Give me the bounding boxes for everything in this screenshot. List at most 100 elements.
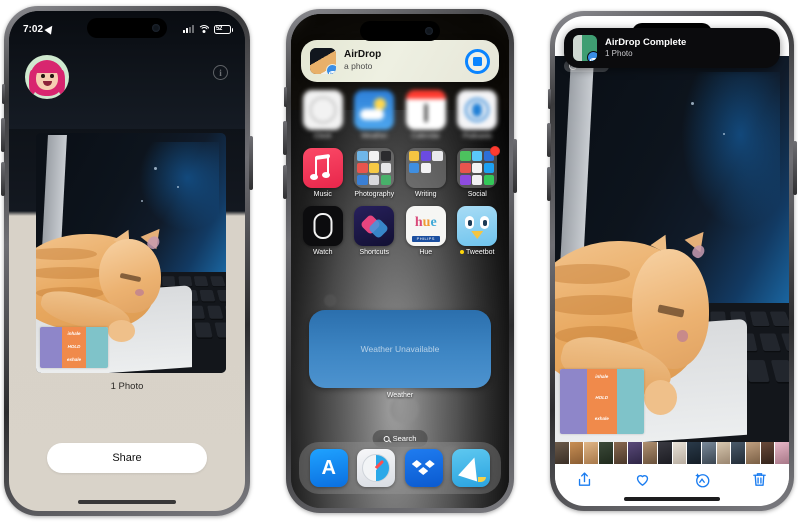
banner-subtitle: a photo: [344, 61, 373, 72]
spark-mail-icon[interactable]: [452, 449, 491, 487]
app-label: Music: [313, 191, 332, 198]
three-phone-comparison: 7:02 52 i inhale HOLD exhale 1 Photo Sha…: [0, 0, 798, 522]
wifi-icon: [198, 24, 210, 34]
volume-down-button[interactable]: [1, 162, 5, 196]
silent-switch[interactable]: [548, 89, 551, 109]
home-indicator[interactable]: [624, 497, 720, 501]
status-right: 52: [183, 24, 233, 34]
airdrop-icon: [326, 64, 336, 74]
power-button[interactable]: [513, 139, 517, 193]
app-watch[interactable]: Watch: [301, 206, 345, 256]
app-hue[interactable]: hue PHILIPS Hue: [404, 206, 448, 256]
app-music[interactable]: Music: [301, 148, 345, 198]
breathing-sticker: inhale HOLD exhale: [39, 327, 109, 369]
app-store-icon[interactable]: A: [309, 449, 348, 487]
battery-percent: 52: [216, 26, 223, 32]
banner-subtitle: 1 Photo: [605, 48, 633, 58]
magic-wand-icon[interactable]: [693, 471, 710, 488]
tweetbot-icon: [457, 206, 498, 246]
hue-icon: hue PHILIPS: [405, 206, 446, 246]
airdrop-complete-banner[interactable]: AirDrop Complete 1 Photo: [564, 28, 780, 68]
folder-photography[interactable]: Photography: [353, 148, 397, 198]
app-label: Watch: [312, 249, 333, 256]
music-icon: [302, 148, 343, 188]
podcasts-icon: [457, 90, 498, 130]
app-shortcuts[interactable]: Shortcuts: [353, 206, 397, 256]
watch-icon: [302, 206, 343, 246]
share-up-arrow-icon[interactable]: [576, 471, 593, 488]
trash-icon[interactable]: [751, 471, 768, 488]
sticker-line-2: HOLD: [595, 394, 609, 400]
phone-1-frame: 7:02 52 i inhale HOLD exhale 1 Photo Sha…: [1, 6, 253, 516]
app-label: Social: [467, 191, 487, 198]
app-label: Calendar: [411, 133, 440, 140]
photo-thumbnail: [310, 48, 336, 74]
progress-ring-stop-icon[interactable]: [465, 48, 490, 74]
photo-thumbnail: [573, 35, 597, 61]
dropbox-icon[interactable]: [404, 449, 443, 487]
home-screen-grid: Clock Weather Calendar Podcasts Music Ph…: [301, 90, 500, 256]
app-tweetbot[interactable]: Tweetbot: [456, 206, 500, 256]
app-label: Tweetbot: [460, 249, 494, 256]
sticker-line-1: inhale: [595, 373, 609, 379]
shared-photo-preview[interactable]: inhale HOLD exhale: [36, 133, 226, 373]
home-indicator[interactable]: [78, 500, 176, 504]
photo-count-label: 1 Photo: [110, 381, 144, 392]
app-calendar[interactable]: Calendar: [404, 90, 448, 140]
front-camera-icon: [425, 27, 433, 35]
app-label: Podcasts: [462, 133, 492, 140]
volume-up-button[interactable]: [547, 123, 551, 157]
app-label: Photography: [354, 191, 395, 198]
weather-widget-text: Weather Unavailable: [360, 344, 440, 354]
volume-down-button[interactable]: [547, 167, 551, 201]
app-podcasts[interactable]: Podcasts: [456, 90, 500, 140]
phone-3-frame: inhale HOLD exhale LIVE AirDrop C: [547, 11, 797, 511]
folder-icon: [405, 148, 446, 188]
weather-widget[interactable]: Weather Unavailable: [309, 310, 491, 388]
sticker-line-3: exhale: [66, 356, 81, 362]
cat-photo: inhale HOLD exhale: [555, 56, 789, 442]
safari-icon[interactable]: [357, 449, 396, 487]
calendar-icon: [405, 90, 446, 130]
phone-3-screen: inhale HOLD exhale LIVE AirDrop C: [555, 16, 789, 506]
phone-2-frame: AirDrop a photo Clock Weather Calendar P…: [283, 9, 517, 513]
volume-up-button[interactable]: [1, 118, 5, 152]
volume-up-button[interactable]: [283, 121, 287, 155]
share-button[interactable]: Share: [47, 443, 207, 473]
app-clock[interactable]: Clock: [301, 90, 345, 140]
cat-photo: inhale HOLD exhale: [36, 133, 226, 373]
dynamic-island: [87, 18, 167, 38]
sticker-line-1: inhale: [67, 330, 81, 336]
airdrop-banner[interactable]: AirDrop a photo: [301, 40, 499, 82]
app-label: Hue: [419, 249, 433, 256]
dock: A: [299, 442, 501, 494]
status-dot-icon: [460, 250, 465, 255]
cellular-bars-icon: [183, 25, 194, 33]
folder-writing[interactable]: Writing: [404, 148, 448, 198]
photo-filmstrip[interactable]: [555, 442, 789, 464]
silent-switch[interactable]: [284, 87, 287, 107]
app-label: Weather: [361, 133, 388, 140]
photo-viewer[interactable]: inhale HOLD exhale: [555, 56, 789, 442]
power-button[interactable]: [249, 136, 253, 190]
volume-down-button[interactable]: [283, 165, 287, 199]
phone-1-screen: 7:02 52 i inhale HOLD exhale 1 Photo Sha…: [9, 11, 245, 511]
app-weather[interactable]: Weather: [353, 90, 397, 140]
info-circle-icon[interactable]: i: [213, 65, 228, 80]
sticker-line-2: HOLD: [67, 343, 81, 349]
status-time: 7:02: [23, 23, 44, 35]
front-camera-icon: [152, 24, 160, 32]
app-label: Writing: [414, 191, 437, 198]
memoji-avatar: [25, 55, 69, 99]
shortcuts-icon: [354, 206, 395, 246]
power-button[interactable]: [793, 141, 797, 195]
battery-icon: 52: [214, 24, 233, 34]
clock-icon: [302, 90, 343, 130]
airdrop-icon: [587, 51, 597, 61]
heart-icon[interactable]: [634, 471, 651, 488]
avatar[interactable]: [25, 55, 69, 99]
folder-icon: [354, 148, 395, 188]
silent-switch[interactable]: [2, 84, 5, 104]
app-label: Shortcuts: [359, 249, 390, 256]
folder-social[interactable]: Social: [456, 146, 500, 198]
